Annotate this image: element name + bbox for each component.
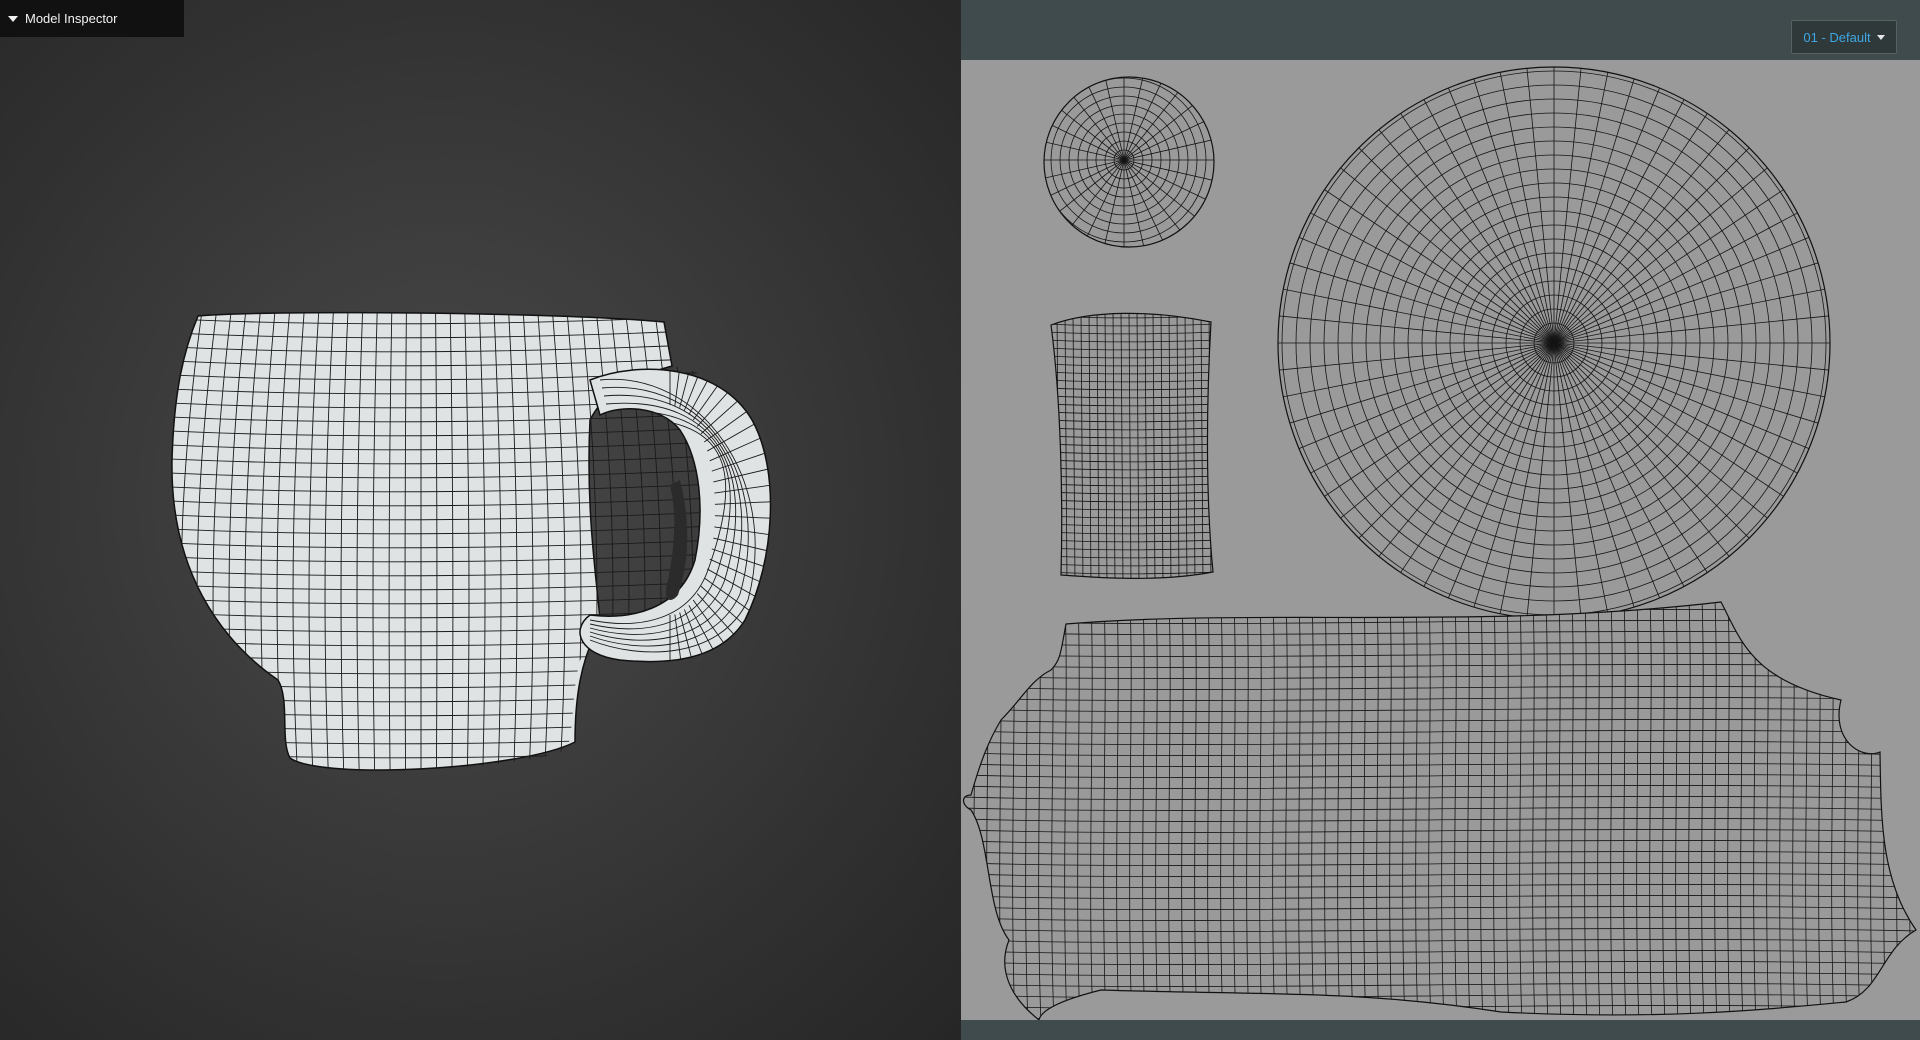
- caret-down-icon: [1876, 34, 1885, 40]
- material-select[interactable]: 01 - Default: [1791, 20, 1897, 54]
- uv-island-cup-body[interactable]: [962, 601, 1917, 1020]
- uv-editor-panel: 01 - Default: [961, 0, 1920, 1040]
- model-inspector-title: Model Inspector: [25, 11, 118, 26]
- 3d-viewport[interactable]: Model Inspector: [0, 0, 961, 1040]
- caret-down-icon: [8, 15, 18, 22]
- mug-model[interactable]: [0, 0, 961, 1040]
- uv-canvas[interactable]: [961, 60, 1920, 1020]
- material-select-label: 01 - Default: [1803, 29, 1871, 45]
- model-inspector-toggle[interactable]: Model Inspector: [0, 0, 184, 37]
